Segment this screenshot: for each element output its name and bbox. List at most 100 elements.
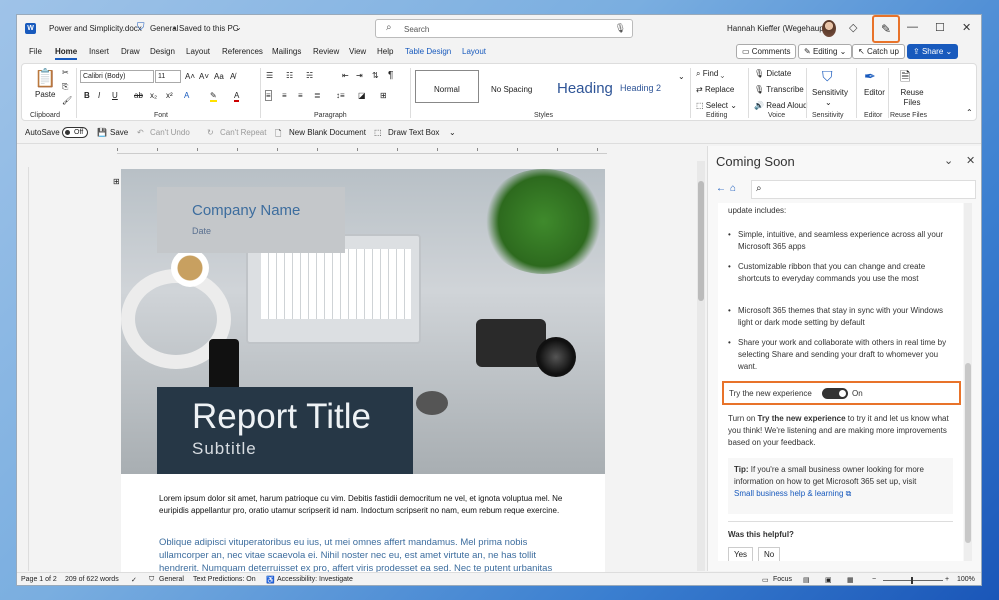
accessibility-status[interactable]: Accessibility: Investigate	[277, 576, 353, 583]
web-layout-icon[interactable]: ▦	[847, 576, 854, 584]
pane-search-input[interactable]: ⌕	[751, 180, 976, 199]
tab-file[interactable]: File	[29, 47, 42, 56]
bold-icon[interactable]: B	[84, 91, 90, 100]
scroll-thumb[interactable]	[698, 181, 704, 301]
format-painter-icon[interactable]: 🖌	[62, 96, 72, 105]
font-name-select[interactable]: Calibri (Body)	[80, 70, 154, 83]
pilcrow-icon[interactable]: ¶	[388, 70, 393, 81]
justify-icon[interactable]: ≣	[314, 91, 321, 100]
clear-formatting-icon[interactable]: A̸	[230, 72, 235, 81]
styles-more-icon[interactable]: ⌄	[678, 72, 685, 81]
zoom-out-icon[interactable]: −	[872, 576, 876, 583]
pane-scrollbar[interactable]	[964, 203, 972, 561]
collapse-ribbon-icon[interactable]: ⌃	[966, 108, 973, 117]
close-pane-icon[interactable]: ✕	[966, 154, 975, 167]
align-right-icon[interactable]: ≡	[298, 91, 303, 100]
zoom-thumb[interactable]	[911, 577, 913, 584]
no-button[interactable]: No	[758, 547, 781, 561]
change-case-icon[interactable]: Aa	[214, 72, 224, 81]
document-title[interactable]: Power and Simplicity.docx	[49, 24, 142, 33]
new-document-icon[interactable]: 🗋	[275, 128, 281, 142]
style-heading[interactable]: Heading	[550, 70, 613, 103]
diamond-icon[interactable]: ◇	[849, 21, 857, 34]
repeat-icon[interactable]: ↻	[207, 128, 214, 137]
read-aloud-button[interactable]: 🔊 Read Aloud	[754, 101, 808, 110]
tab-help[interactable]: Help	[377, 47, 393, 56]
share-button[interactable]: ⇪ Share ⌄	[907, 44, 959, 59]
shrink-font-icon[interactable]: A˅	[199, 72, 209, 81]
horizontal-ruler[interactable]	[117, 146, 607, 154]
line-spacing-icon[interactable]: ↕≡	[336, 91, 345, 100]
chevron-down-icon[interactable]: ⌄	[825, 98, 832, 107]
report-subtitle[interactable]: Subtitle	[192, 439, 257, 459]
transcribe-button[interactable]: 🎙 Transcribe	[754, 85, 804, 94]
body-paragraph-1[interactable]: Lorem ipsum dolor sit amet, harum patrio…	[159, 493, 571, 517]
find-button[interactable]: ⌕ Find ⌄	[696, 69, 724, 79]
focus-button[interactable]: Focus	[773, 576, 792, 583]
tab-design[interactable]: Design	[150, 47, 175, 56]
company-date[interactable]: Date	[192, 226, 211, 236]
company-box[interactable]: Company Name Date	[157, 187, 345, 253]
tab-table-layout[interactable]: Layout	[462, 47, 486, 56]
text-box-icon[interactable]: ⬚	[374, 128, 382, 137]
replace-button[interactable]: ⇄ Replace	[696, 85, 734, 94]
borders-icon[interactable]: ⊞	[380, 91, 387, 100]
undo-button[interactable]: Can't Undo	[150, 128, 190, 137]
save-button[interactable]: Save	[110, 128, 128, 137]
style-normal[interactable]: Normal	[415, 70, 479, 103]
tab-home[interactable]: Home	[55, 47, 78, 60]
style-heading-2[interactable]: Heading 2	[614, 70, 674, 103]
sort-icon[interactable]: ⇅	[372, 71, 379, 80]
draw-text-box-button[interactable]: Draw Text Box	[388, 128, 439, 137]
zoom-slider[interactable]	[883, 577, 943, 584]
home-icon[interactable]: ⌂	[730, 183, 736, 194]
comments-button[interactable]: ▭ Comments	[736, 44, 797, 59]
document-page[interactable]: Company Name Date Report Title Subtitle …	[121, 169, 605, 573]
italic-icon[interactable]: I	[98, 91, 100, 100]
save-icon[interactable]: 💾	[97, 128, 107, 137]
company-name[interactable]: Company Name	[192, 202, 300, 219]
print-layout-icon[interactable]: ▣	[825, 576, 832, 584]
table-move-handle-icon[interactable]: ⊞	[113, 177, 120, 186]
tab-view[interactable]: View	[349, 47, 366, 56]
paste-icon[interactable]: 📋	[34, 68, 56, 89]
tab-layout[interactable]: Layout	[186, 47, 210, 56]
tab-draw[interactable]: Draw	[121, 47, 140, 56]
sensitivity-icon[interactable]: ⛉	[822, 68, 833, 85]
select-button[interactable]: ⬚ Select ⌄	[696, 101, 737, 110]
tab-mailings[interactable]: Mailings	[272, 47, 301, 56]
document-scrollbar[interactable]	[697, 161, 705, 571]
editing-mode-button[interactable]: ✎ Editing ⌄	[798, 44, 853, 59]
avatar[interactable]	[822, 20, 836, 37]
text-predictions[interactable]: Text Predictions: On	[193, 576, 256, 583]
decrease-indent-icon[interactable]: ⇤	[342, 71, 349, 80]
tab-insert[interactable]: Insert	[89, 47, 109, 56]
catch-up-button[interactable]: ↖ Catch up	[852, 44, 905, 59]
customize-toolbar-icon[interactable]: ⌄	[449, 128, 456, 137]
microphone-icon[interactable]: 🎙	[615, 23, 626, 34]
editor-icon[interactable]: ✒	[864, 68, 876, 85]
superscript-icon[interactable]: x²	[166, 91, 173, 100]
back-arrow-icon[interactable]: ←	[716, 183, 726, 194]
chevron-down-icon[interactable]: ⌄	[944, 154, 953, 167]
tab-review[interactable]: Review	[313, 47, 339, 56]
minimize-icon[interactable]: —	[907, 21, 918, 33]
repeat-button[interactable]: Can't Repeat	[220, 128, 266, 137]
new-blank-document-button[interactable]: New Blank Document	[289, 128, 366, 137]
copy-icon[interactable]: ⎘	[62, 82, 68, 92]
grow-font-icon[interactable]: A˄	[185, 72, 195, 81]
undo-icon[interactable]: ↶	[137, 128, 144, 137]
user-name[interactable]: Hannah Kieffer (Wegehaupt)	[727, 24, 829, 33]
text-effects-icon[interactable]: A	[184, 91, 189, 100]
coming-soon-pen-icon[interactable]: ✎	[872, 15, 900, 43]
word-count[interactable]: 209 of 622 words	[65, 576, 119, 583]
underline-icon[interactable]: U	[112, 91, 118, 100]
cut-icon[interactable]: ✂	[62, 68, 69, 77]
tab-references[interactable]: References	[222, 47, 263, 56]
status-sensitivity[interactable]: General	[159, 576, 184, 583]
reuse-files-button[interactable]: Reuse Files	[896, 88, 928, 108]
subscript-icon[interactable]: x₂	[150, 91, 157, 100]
multilevel-list-icon[interactable]: ☵	[306, 71, 313, 80]
report-title-box[interactable]: Report Title Subtitle	[157, 387, 413, 474]
dictate-button[interactable]: 🎙 Dictate	[754, 69, 791, 78]
